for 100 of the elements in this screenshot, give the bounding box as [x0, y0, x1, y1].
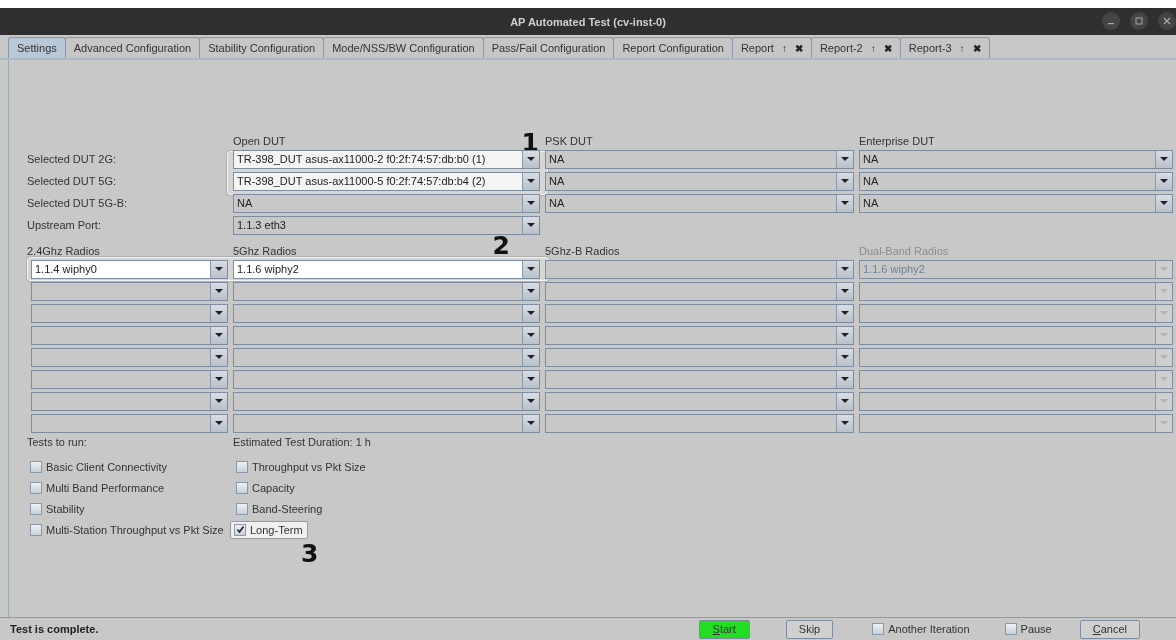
dropdown-field[interactable]: NA: [859, 193, 1173, 213]
checkbox[interactable]: Multi Band Performance: [27, 479, 168, 496]
dropdown-field[interactable]: [233, 303, 540, 323]
tab-label[interactable]: Report-3: [908, 42, 952, 54]
detach-button[interactable]: ↑: [959, 42, 965, 54]
dropdown-field[interactable]: NA: [545, 193, 854, 213]
tab-label[interactable]: Report: [740, 42, 774, 54]
caret-icon[interactable]: [522, 216, 539, 234]
dropdown-field[interactable]: NA: [545, 149, 854, 169]
status-message: Test is complete.: [10, 623, 100, 635]
close-button[interactable]: ✖: [883, 42, 892, 54]
caret-icon[interactable]: [210, 282, 227, 300]
caret-icon[interactable]: [836, 194, 853, 212]
dropdown-field[interactable]: [859, 369, 1173, 389]
dropdown-field[interactable]: [545, 391, 854, 411]
caret-icon[interactable]: [210, 260, 227, 278]
caret-icon[interactable]: [836, 282, 853, 300]
caret-icon[interactable]: [522, 150, 539, 168]
action-button[interactable]: Cancel: [1079, 619, 1140, 639]
checkbox[interactable]: Capacity: [233, 479, 299, 496]
dropdown-field[interactable]: [31, 303, 228, 323]
checkbox[interactable]: Multi-Station Throughput vs Pkt Size: [27, 521, 228, 538]
caret-icon[interactable]: [522, 392, 539, 410]
caret-icon[interactable]: [1155, 194, 1172, 212]
caret-icon[interactable]: [836, 326, 853, 344]
dropdown-field[interactable]: [859, 325, 1173, 345]
caret-icon[interactable]: [1155, 172, 1172, 190]
checkbox[interactable]: Throughput vs Pkt Size: [233, 458, 370, 475]
checkbox[interactable]: Another Iteration: [869, 621, 974, 637]
dropdown-field[interactable]: [233, 391, 540, 411]
close-button[interactable]: ✖: [972, 42, 981, 54]
caret-icon[interactable]: [522, 370, 539, 388]
dropdown-field[interactable]: [233, 369, 540, 389]
close-icon[interactable]: [1158, 12, 1176, 30]
dropdown-field[interactable]: [31, 369, 228, 389]
caret-icon[interactable]: [836, 304, 853, 322]
checkbox[interactable]: Stability: [27, 500, 89, 517]
field-label: Selected DUT 5G:: [27, 174, 118, 189]
caret-icon[interactable]: [836, 260, 853, 278]
dropdown-field[interactable]: [545, 303, 854, 323]
dropdown-field[interactable]: [233, 347, 540, 367]
dropdown-field[interactable]: [859, 303, 1173, 323]
dropdown-field[interactable]: [233, 325, 540, 345]
caret-icon[interactable]: [522, 260, 539, 278]
close-button[interactable]: ✖: [794, 42, 803, 54]
dropdown-field[interactable]: [545, 325, 854, 345]
detach-button[interactable]: ↑: [870, 42, 876, 54]
caret-icon[interactable]: [522, 172, 539, 190]
dropdown-field[interactable]: [31, 391, 228, 411]
dropdown-field[interactable]: [545, 281, 854, 301]
tab-label[interactable]: Report-2: [819, 42, 863, 54]
minimize-icon[interactable]: [1102, 12, 1120, 30]
dropdown-field[interactable]: NA: [545, 171, 854, 191]
caret-icon[interactable]: [210, 304, 227, 322]
dropdown-field[interactable]: NA: [859, 149, 1173, 169]
action-button[interactable]: Skip: [785, 619, 834, 639]
caret-icon[interactable]: [836, 370, 853, 388]
start-button[interactable]: Start: [698, 619, 750, 639]
caret-icon[interactable]: [1155, 150, 1172, 168]
dropdown-field[interactable]: [859, 413, 1173, 433]
caret-icon[interactable]: [836, 348, 853, 366]
dropdown-field[interactable]: TR-398_DUT asus-ax11000-2 f0:2f:74:57:db:b0 (1): [233, 149, 540, 169]
dropdown-field[interactable]: [859, 281, 1173, 301]
checkbox[interactable]: Band-Steering: [233, 500, 327, 517]
checkbox[interactable]: Long-Term: [230, 520, 308, 539]
caret-icon[interactable]: [836, 172, 853, 190]
caret-icon[interactable]: [522, 282, 539, 300]
dropdown-field[interactable]: [545, 259, 854, 279]
caret-icon[interactable]: [836, 150, 853, 168]
dropdown-field[interactable]: 1.1.3 eth3: [233, 215, 540, 235]
checkbox[interactable]: Basic Client Connectivity: [27, 458, 172, 475]
dropdown-field[interactable]: [859, 391, 1173, 411]
caret-icon[interactable]: [210, 370, 227, 388]
tab[interactable]: Report-3 ↑ ✖: [899, 37, 990, 58]
caret-icon[interactable]: [210, 326, 227, 344]
caret-icon[interactable]: [210, 414, 227, 432]
dropdown-field[interactable]: [31, 413, 228, 433]
checkbox[interactable]: Pause: [1001, 621, 1056, 637]
dropdown-field[interactable]: [545, 369, 854, 389]
column-header: PSK DUT: [545, 135, 593, 147]
caret-icon[interactable]: [210, 348, 227, 366]
tab[interactable]: Settings: [8, 37, 66, 58]
dropdown-field[interactable]: [233, 413, 540, 433]
dropdown-field[interactable]: [859, 347, 1173, 367]
caret-icon[interactable]: [836, 392, 853, 410]
caret-icon[interactable]: [210, 392, 227, 410]
dropdown-field[interactable]: [31, 325, 228, 345]
caret-icon[interactable]: [522, 194, 539, 212]
caret-icon[interactable]: [522, 414, 539, 432]
caret-icon[interactable]: [522, 348, 539, 366]
maximize-icon[interactable]: [1130, 12, 1148, 30]
caret-icon[interactable]: [522, 304, 539, 322]
dropdown-field[interactable]: NA: [859, 171, 1173, 191]
dropdown-field[interactable]: [545, 413, 854, 433]
dropdown-field[interactable]: [31, 347, 228, 367]
caret-icon[interactable]: [522, 326, 539, 344]
caret-icon[interactable]: [836, 414, 853, 432]
detach-button[interactable]: ↑: [781, 42, 787, 54]
column-header: Enterprise DUT: [859, 135, 935, 147]
dropdown-field[interactable]: [545, 347, 854, 367]
